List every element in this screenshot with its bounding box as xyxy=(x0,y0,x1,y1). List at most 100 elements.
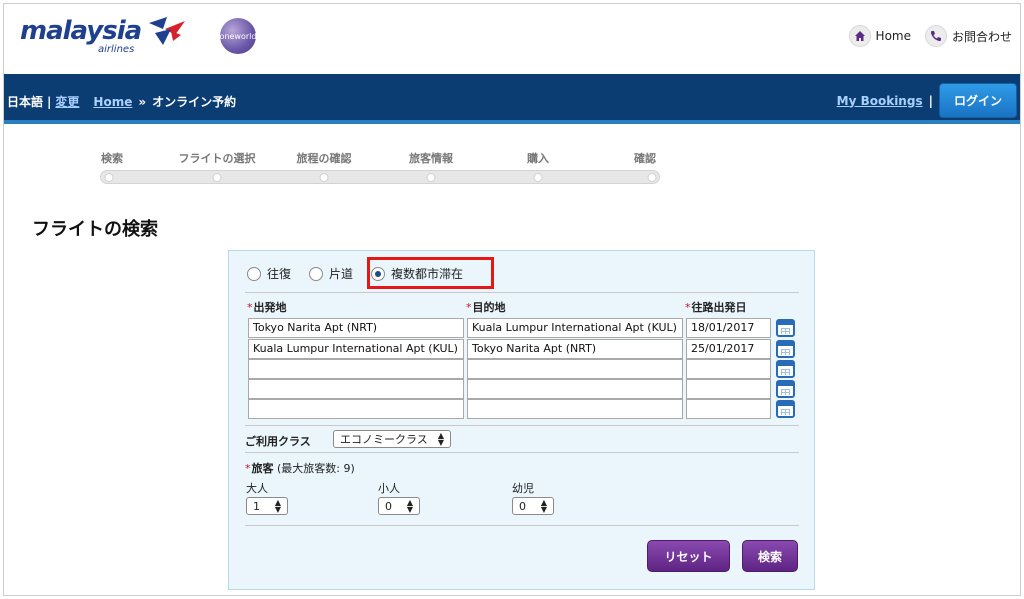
select-arrows-icon: ▲ ▼ xyxy=(540,498,547,514)
one-way-radio[interactable] xyxy=(309,266,324,281)
top-links: Home お問合わせ xyxy=(848,25,1012,47)
trip-multi-city-option[interactable]: 複数都市滞在 xyxy=(371,265,463,282)
child-count-value: 0 xyxy=(385,499,392,513)
contact-link[interactable]: お問合わせ xyxy=(924,25,1012,47)
calendar-icon[interactable] xyxy=(776,340,795,358)
date-field-3[interactable] xyxy=(686,359,771,379)
adult-count-value: 1 xyxy=(253,499,260,513)
my-bookings-link[interactable]: My Bookings xyxy=(837,94,923,108)
calendar-icon[interactable] xyxy=(776,380,795,398)
phone-icon xyxy=(924,25,947,47)
date-field-2[interactable]: 25/01/2017 xyxy=(686,339,771,359)
infant-label: 幼児 xyxy=(512,482,534,495)
round-trip-radio[interactable] xyxy=(247,266,261,281)
page-title: フライトの検索 xyxy=(32,219,158,240)
breadcrumb-home-link[interactable]: Home xyxy=(93,95,132,109)
nav-bar: 日本語 | 変更 Home » オンライン予約 My Bookings | ログ… xyxy=(4,74,1020,124)
trip-one-way-option[interactable]: 片道 xyxy=(309,265,353,282)
origin-field-1[interactable]: Tokyo Narita Apt (NRT) xyxy=(248,318,464,338)
required-mark: * xyxy=(245,462,251,475)
home-icon xyxy=(848,25,871,47)
step-search: 検索 xyxy=(101,152,123,165)
step-select-flight: フライトの選択 xyxy=(178,152,256,165)
passengers-note: (最大旅客数: 9) xyxy=(277,462,355,475)
destination-field-1[interactable]: Kuala Lumpur International Apt (KUL) xyxy=(467,318,683,338)
kite-logo-icon xyxy=(149,17,186,45)
infant-count-value: 0 xyxy=(519,499,526,513)
booking-progress: 検索 フライトの選択 旅程の確認 旅客情報 購入 確認 xyxy=(100,150,660,190)
origin-field-5[interactable] xyxy=(248,399,464,419)
calendar-icon[interactable] xyxy=(776,360,795,378)
one-way-label: 片道 xyxy=(329,267,354,281)
calendar-icon[interactable] xyxy=(776,319,795,337)
step-passenger-info: 旅客情報 xyxy=(409,152,453,165)
cabin-class-value: エコノミークラス xyxy=(340,433,428,446)
passengers-heading: *旅客 (最大旅客数: 9) xyxy=(245,460,355,476)
reset-button[interactable]: リセット xyxy=(647,540,730,572)
breadcrumb-current: オンライン予約 xyxy=(152,95,237,109)
multi-city-label: 複数都市滞在 xyxy=(391,267,464,281)
step-purchase: 購入 xyxy=(527,152,549,165)
oneworld-text: oneworld xyxy=(219,31,257,41)
login-button[interactable]: ログイン xyxy=(938,83,1017,118)
calendar-icon[interactable] xyxy=(776,400,795,418)
progress-dot xyxy=(647,173,657,182)
required-mark: * xyxy=(466,301,472,314)
adult-count-select[interactable]: 1 ▲ ▼ xyxy=(246,497,288,515)
flight-search-form: 往復 片道 複数都市滞在 *出発地 *目的地 *往路出発日 Tokyo Nari… xyxy=(228,250,815,590)
divider xyxy=(245,425,799,426)
divider xyxy=(245,452,799,453)
origin-field-4[interactable] xyxy=(248,379,464,399)
destination-column-header: *目的地 xyxy=(466,299,506,315)
destination-field-4[interactable] xyxy=(467,379,683,399)
browser-frame: malaysia airlines oneworld Home お問合わせ 日本… xyxy=(3,3,1021,596)
multi-city-radio[interactable] xyxy=(371,266,386,281)
divider xyxy=(245,292,799,293)
change-language-link[interactable]: 変更 xyxy=(55,93,79,110)
progress-dot xyxy=(319,173,329,182)
origin-field-2[interactable]: Kuala Lumpur International Apt (KUL) xyxy=(248,339,464,359)
date-field-5[interactable] xyxy=(686,399,771,419)
language-label: 日本語 xyxy=(7,95,44,109)
trip-round-trip-option[interactable]: 往復 xyxy=(247,265,291,282)
passengers-label: 旅客 xyxy=(251,462,274,475)
separator: | xyxy=(47,94,52,109)
cabin-class-label: ご利用クラス xyxy=(245,435,311,448)
origin-column-header: *出発地 xyxy=(247,299,287,315)
logo-wordmark: malaysia xyxy=(20,16,142,46)
progress-dot xyxy=(212,173,222,182)
separator: | xyxy=(928,93,933,108)
select-arrows-icon: ▲ ▼ xyxy=(406,498,413,514)
trip-type-group: 往復 片道 複数都市滞在 xyxy=(247,265,463,282)
progress-dot xyxy=(426,173,436,182)
origin-field-3[interactable] xyxy=(248,359,464,379)
destination-field-2[interactable]: Tokyo Narita Apt (NRT) xyxy=(467,339,683,359)
destination-field-3[interactable] xyxy=(467,359,683,379)
infant-count-select[interactable]: 0 ▲ ▼ xyxy=(512,497,554,515)
date-field-4[interactable] xyxy=(686,379,771,399)
oneworld-logo: oneworld xyxy=(220,18,256,54)
depart-date-column-header: *往路出発日 xyxy=(685,299,747,315)
breadcrumb: 日本語 | 変更 Home » オンライン予約 xyxy=(7,93,236,110)
step-review-itinerary: 旅程の確認 xyxy=(296,152,352,165)
home-link[interactable]: Home xyxy=(848,25,911,47)
contact-link-label: お問合わせ xyxy=(951,29,1012,44)
select-arrows-icon: ▲ ▼ xyxy=(437,431,444,447)
date-field-1[interactable]: 18/01/2017 xyxy=(686,318,771,338)
home-link-label: Home xyxy=(875,29,911,43)
adult-label: 大人 xyxy=(246,482,268,495)
search-button[interactable]: 検索 xyxy=(742,540,798,572)
malaysia-airlines-logo[interactable]: malaysia airlines xyxy=(20,16,189,55)
child-label: 小人 xyxy=(378,482,400,495)
round-trip-label: 往復 xyxy=(267,267,292,281)
logo-subtext: airlines xyxy=(98,44,135,55)
step-confirm: 確認 xyxy=(634,152,656,165)
progress-track xyxy=(100,170,660,184)
destination-field-5[interactable] xyxy=(467,399,683,419)
nav-right: My Bookings | ログイン xyxy=(837,83,1017,118)
cabin-class-select[interactable]: エコノミークラス ▲ ▼ xyxy=(333,430,451,448)
progress-dot xyxy=(104,173,114,182)
select-arrows-icon: ▲ ▼ xyxy=(274,498,281,514)
origin-header-label: 出発地 xyxy=(253,301,287,314)
child-count-select[interactable]: 0 ▲ ▼ xyxy=(378,497,420,515)
